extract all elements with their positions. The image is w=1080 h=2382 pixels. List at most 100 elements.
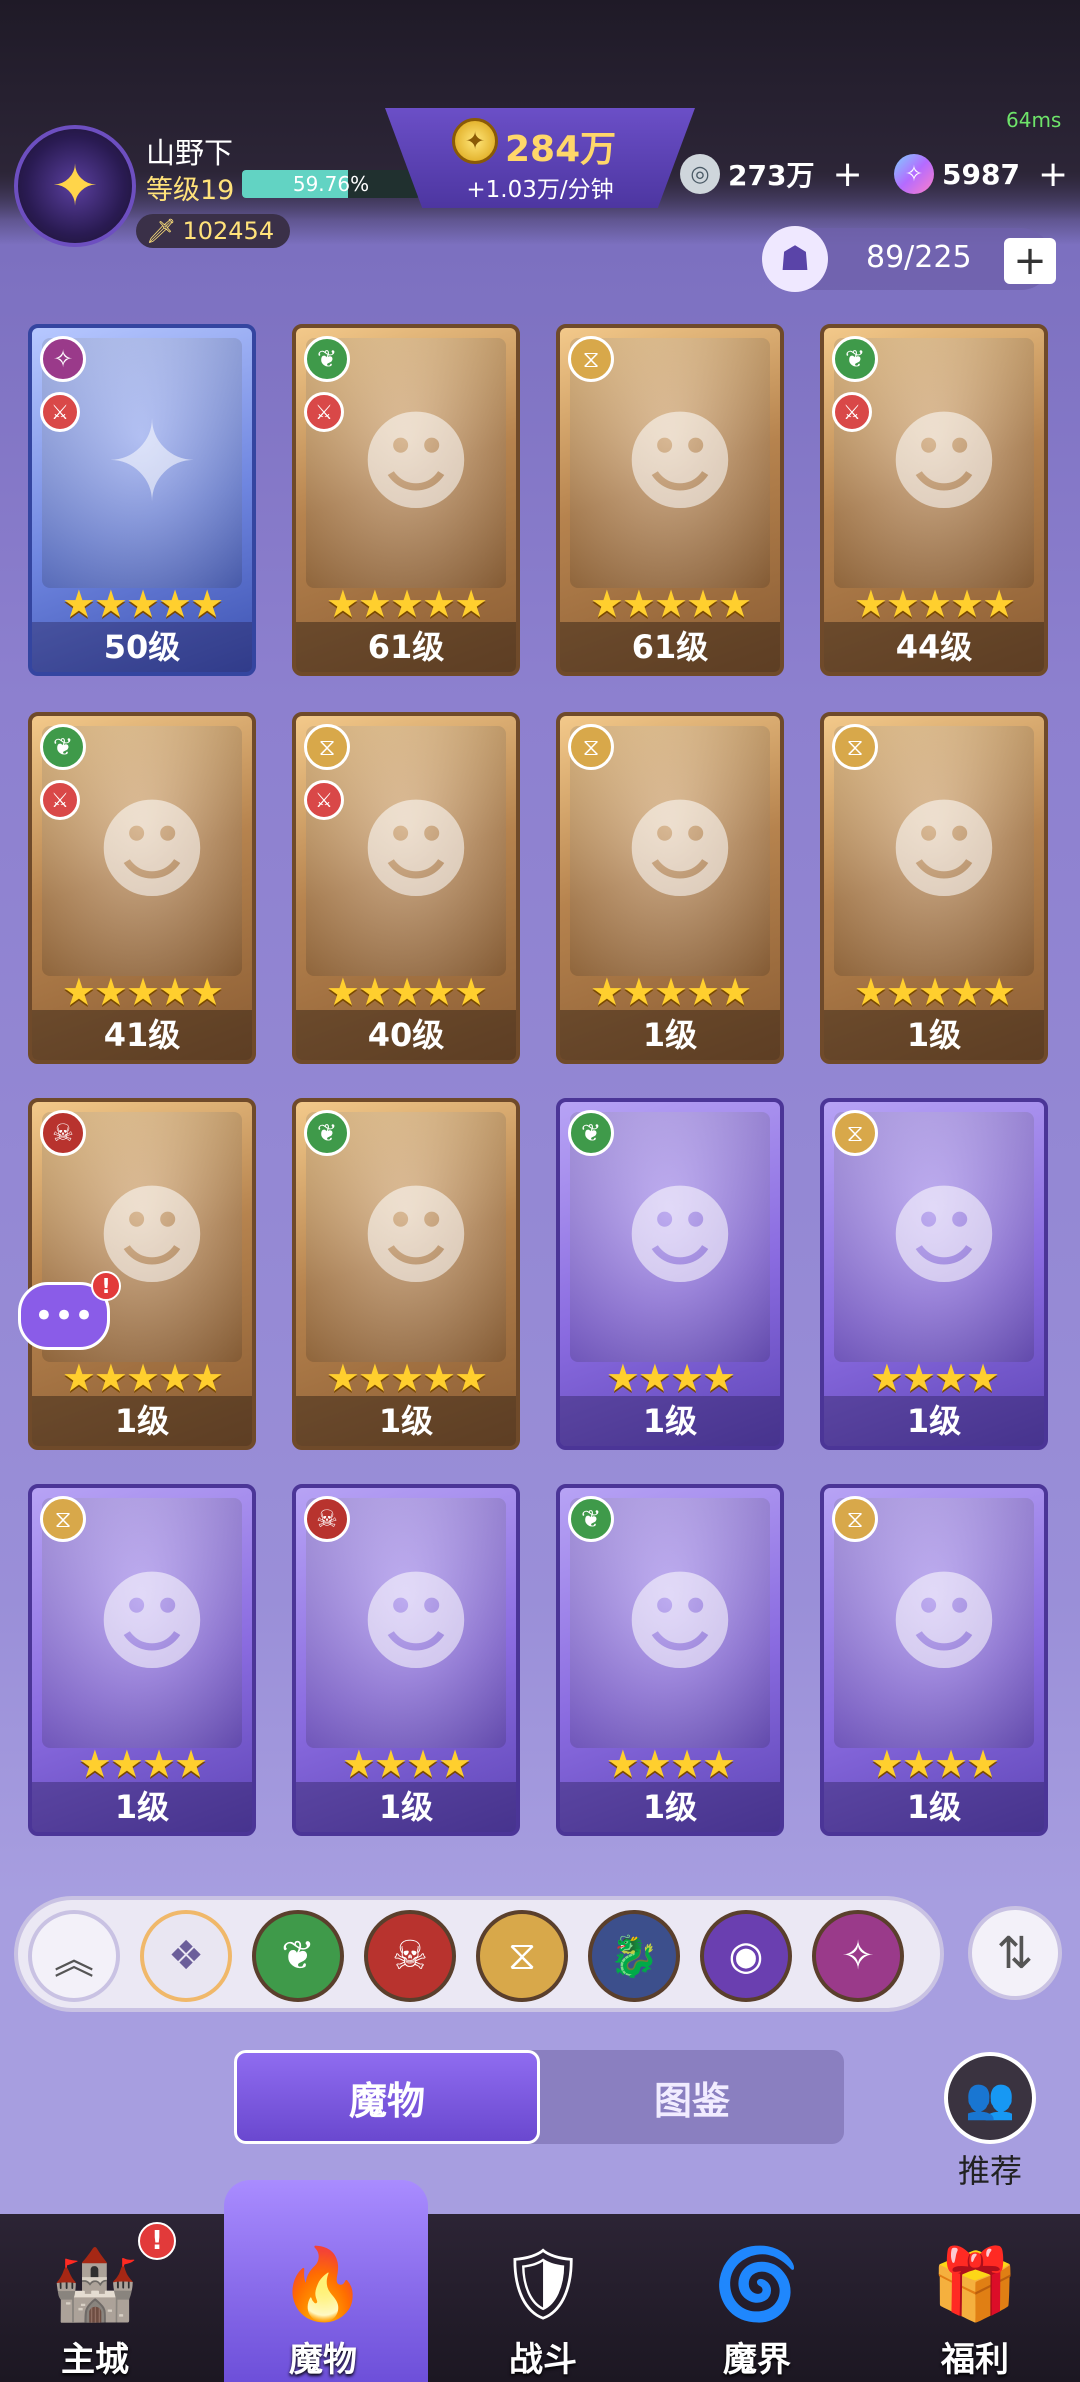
sort-icon: ⇅	[996, 1927, 1034, 1979]
monster-card[interactable]: ☻ ☠ ★★★★ 1级	[292, 1484, 520, 1836]
star-rating: ★★★★★	[61, 582, 224, 626]
collapse-filter-button[interactable]: ︽	[28, 1910, 120, 2002]
nav-castle[interactable]: 🏰 主城!	[10, 2214, 180, 2382]
star-rating: ★★★★	[605, 1356, 736, 1400]
monster-card[interactable]: ✦ ✧ ⚔ ★★★★★ 50级	[28, 324, 256, 676]
nav-flame[interactable]: 🔥 魔物	[238, 2214, 408, 2382]
gold-coin-icon: ✦	[452, 118, 498, 164]
monster-level: 61级	[560, 622, 780, 672]
nav-portal[interactable]: 🌀 魔界	[672, 2214, 842, 2382]
monster-level: 1级	[824, 1010, 1044, 1060]
crossed-swords-icon: ⚔	[304, 392, 344, 432]
hero-portrait: ☻	[94, 1172, 210, 1300]
nature-filter-button[interactable]: ❦	[252, 1910, 344, 2002]
monster-level: 1级	[560, 1010, 780, 1060]
all-factions-filter-button[interactable]: ❖	[140, 1910, 232, 2002]
nature-faction-icon: ❦	[568, 1110, 614, 1156]
nav-label: 战斗	[509, 2340, 577, 2380]
nature-faction-icon: ❦	[832, 336, 878, 382]
order-icon: ⧖	[507, 1933, 537, 1979]
hero-portrait: ☻	[886, 1172, 1002, 1300]
sort-button[interactable]: ⇅	[968, 1906, 1062, 2000]
expand-roster-button[interactable]: +	[1004, 238, 1056, 284]
hero-portrait: ☻	[358, 1172, 474, 1300]
monster-level: 1级	[824, 1782, 1044, 1832]
monster-card[interactable]: ☻ ❦ ⚔ ★★★★★ 61级	[292, 324, 520, 676]
chaos-icon: ☠	[392, 1933, 428, 1979]
recommend-label: 推荐	[957, 2152, 1022, 2190]
nature-faction-icon: ❦	[40, 724, 86, 770]
recommend-button[interactable]: 👥	[944, 2052, 1036, 2144]
monster-card[interactable]: ☻ ❦ ⚔ ★★★★★ 41级	[28, 712, 256, 1064]
star-rating: ★★★★	[77, 1742, 208, 1786]
dragon-filter-button[interactable]: 🐉	[588, 1910, 680, 2002]
nav-label: 魔物	[289, 2340, 357, 2380]
nature-faction-icon: ❦	[568, 1496, 614, 1542]
nav-label: 魔界	[723, 2340, 791, 2380]
nav-sword-shield[interactable]: 🛡 战斗	[458, 2214, 628, 2382]
eye-icon: ◉	[728, 1933, 764, 1979]
crossed-swords-icon: ⚔	[304, 780, 344, 820]
power-badge: 🗡 102454	[136, 214, 291, 248]
sword-shield-icon: 🛡	[498, 2242, 588, 2325]
star-rating: ★★★★★	[325, 582, 488, 626]
roster-count: 89/225	[866, 240, 972, 275]
nav-label: 主城	[61, 2340, 129, 2380]
chat-bubble-icon[interactable]: •••!	[18, 1271, 121, 1350]
alert-badge: !	[138, 2222, 176, 2260]
mystic-icon: ✧	[841, 1933, 875, 1979]
monster-card[interactable]: ☻ ⧖ ★★★★ 1级	[820, 1098, 1048, 1450]
order-faction-icon: ⧖	[832, 1110, 878, 1156]
order-faction-icon: ⧖	[40, 1496, 86, 1542]
monster-level: 1级	[296, 1396, 516, 1446]
monster-card[interactable]: ☻ ⧖ ★★★★★ 1级	[556, 712, 784, 1064]
all-factions-icon: ❖	[168, 1933, 204, 1979]
monster-card[interactable]: ☻ ❦ ★★★★★ 1级	[292, 1098, 520, 1450]
star-rating: ★★★★★	[61, 970, 224, 1014]
monster-level: 1级	[560, 1782, 780, 1832]
tab-codex[interactable]: 图鉴	[540, 2050, 844, 2144]
monster-card[interactable]: ☻ ❦ ⚔ ★★★★★ 44级	[820, 324, 1048, 676]
add-gem-button[interactable]: +	[1038, 154, 1068, 195]
monster-card[interactable]: ☻ ❦ ★★★★ 1级	[556, 1098, 784, 1450]
hero-portrait: ☻	[622, 786, 738, 914]
star-rating: ★★★★	[605, 1742, 736, 1786]
monster-head-icon: ☗	[762, 226, 828, 292]
tab-monsters[interactable]: 魔物	[234, 2050, 540, 2144]
gold-amount: 284万	[505, 129, 617, 170]
nav-chest[interactable]: 🎁 福利	[890, 2214, 1060, 2382]
star-rating: ★★★★★	[325, 970, 488, 1014]
monster-card[interactable]: ☻ ⧖ ★★★★★ 1级	[820, 712, 1048, 1064]
monster-level: 50级	[32, 622, 252, 672]
monster-card[interactable]: ☻ ❦ ★★★★ 1级	[556, 1484, 784, 1836]
crossed-swords-icon: ⚔	[40, 392, 80, 432]
monster-card[interactable]: ☻ ⧖ ⚔ ★★★★★ 40级	[292, 712, 520, 1064]
nature-faction-icon: ❦	[304, 336, 350, 382]
monster-card[interactable]: ☻ ⧖ ★★★★★ 61级	[556, 324, 784, 676]
view-tabs: 魔物 图鉴	[234, 2050, 844, 2144]
monster-card[interactable]: ☻ ⧖ ★★★★ 1级	[28, 1484, 256, 1836]
silver-coin-icon: ◎	[680, 154, 720, 194]
castle-icon: 🏰	[51, 2242, 139, 2325]
eye-filter-button[interactable]: ◉	[700, 1910, 792, 2002]
gem-amount: 5987	[942, 157, 1020, 191]
player-avatar[interactable]: ✦	[14, 125, 136, 247]
star-rating: ★★★★	[869, 1356, 1000, 1400]
hero-portrait: ☻	[622, 398, 738, 526]
chaos-filter-button[interactable]: ☠	[364, 1910, 456, 2002]
avatar-star-icon: ✦	[51, 153, 99, 219]
monster-level: 44级	[824, 622, 1044, 672]
silver-amount: 273万	[728, 159, 815, 192]
order-filter-button[interactable]: ⧖	[476, 1910, 568, 2002]
player-level: 等级19	[146, 175, 235, 206]
hero-portrait: ☻	[358, 1558, 474, 1686]
star-rating: ★★★★★	[853, 582, 1016, 626]
monster-level: 1级	[32, 1782, 252, 1832]
add-silver-button[interactable]: +	[832, 154, 862, 195]
team-icon: 👥	[965, 2075, 1015, 2122]
monster-card[interactable]: ☻ ☠ ★★★★★ 1级	[28, 1098, 256, 1450]
chaos-faction-icon: ☠	[40, 1110, 86, 1156]
ping-indicator: 64ms	[1006, 108, 1062, 132]
mystic-filter-button[interactable]: ✧	[812, 1910, 904, 2002]
monster-card[interactable]: ☻ ⧖ ★★★★ 1级	[820, 1484, 1048, 1836]
